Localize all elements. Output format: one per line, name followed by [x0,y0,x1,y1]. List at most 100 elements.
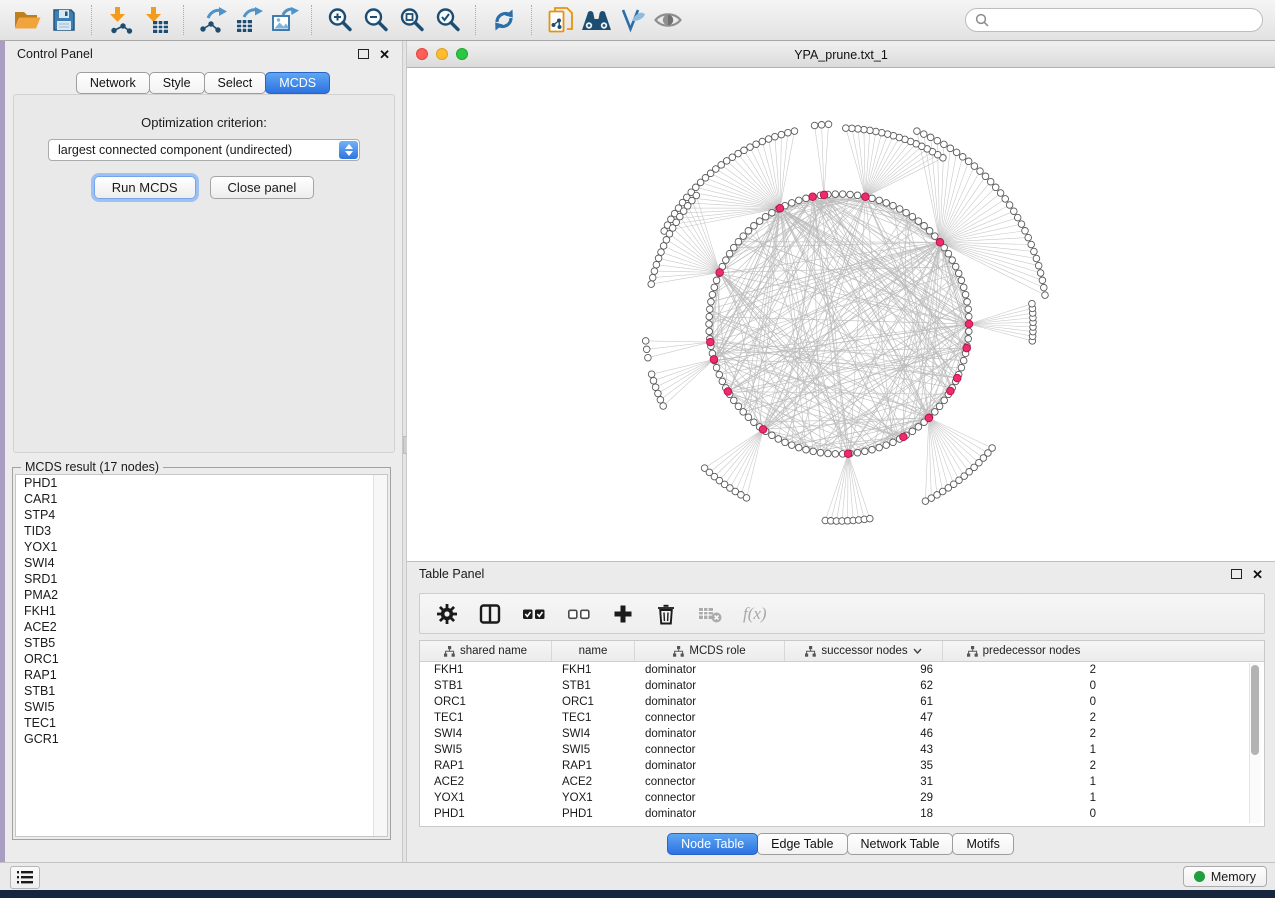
close-panel-button[interactable]: Close panel [210,176,315,199]
export-image-icon[interactable] [266,4,302,36]
table-row[interactable]: ORC1ORC1dominator610 [420,694,1264,710]
mcds-result-item[interactable]: ORC1 [16,651,387,667]
table-scrollbar[interactable] [1249,663,1261,823]
zoom-fit-icon[interactable] [394,4,430,36]
search-input[interactable] [995,12,1253,28]
mcds-result-item[interactable]: GCR1 [16,731,387,747]
table-row[interactable]: SWI4SWI4dominator462 [420,726,1264,742]
table-cell: YOX1 [552,792,635,804]
network-window-titlebar[interactable]: YPA_prune.txt_1 [407,42,1275,68]
mcds-result-item[interactable]: STP4 [16,507,387,523]
mcds-result-item[interactable]: STB5 [16,635,387,651]
show-eye-icon[interactable] [650,4,686,36]
optimization-criterion-select[interactable]: largest connected component (undirected) [48,139,360,161]
table-cell: 0 [943,696,1104,708]
import-network-icon[interactable] [102,4,138,36]
table-cell: 46 [785,728,943,740]
tab-select[interactable]: Select [204,72,267,94]
table-cell: ACE2 [420,776,552,788]
mcds-result-item[interactable]: ACE2 [16,619,387,635]
desktop-background-bottom [0,890,1275,898]
table-row[interactable]: RAP1RAP1dominator352 [420,758,1264,774]
window-zoom-light[interactable] [456,48,468,60]
column-header-successor-nodes[interactable]: successor nodes [785,641,943,661]
mcds-result-item[interactable]: PMA2 [16,587,387,603]
table-cell: 43 [785,744,943,756]
mcds-result-item[interactable]: FKH1 [16,603,387,619]
tab-mcds[interactable]: MCDS [265,72,330,94]
function-builder-icon[interactable]: f(x) [743,604,767,624]
list-icon [17,871,33,884]
network-canvas[interactable] [407,68,1275,561]
export-table-icon[interactable] [230,4,266,36]
table-row[interactable]: PHD1PHD1dominator180 [420,806,1264,822]
tab-style[interactable]: Style [149,72,205,94]
control-panel: Control Panel ✕ Network Style Select MCD… [5,41,402,862]
zoom-out-icon[interactable] [358,4,394,36]
close-table-panel-icon[interactable]: ✕ [1252,568,1263,581]
tab-network[interactable]: Network [76,72,150,94]
table-settings-icon[interactable] [435,602,459,626]
mcds-result-item[interactable]: YOX1 [16,539,387,555]
mcds-result-list[interactable]: PHD1CAR1STP4TID3YOX1SWI4SRD1PMA2FKH1ACE2… [15,474,388,837]
table-row[interactable]: ACE2ACE2connector311 [420,774,1264,790]
mcds-result-item[interactable]: TID3 [16,523,387,539]
run-mcds-button[interactable]: Run MCDS [94,176,196,199]
tab-motifs[interactable]: Motifs [952,833,1013,855]
table-cell: STB1 [552,680,635,692]
show-columns-icon[interactable] [478,602,502,626]
window-close-light[interactable] [416,48,428,60]
tab-node-table[interactable]: Node Table [667,833,758,855]
clone-network-icon[interactable] [542,4,578,36]
refresh-layout-icon[interactable] [486,4,522,36]
open-file-icon[interactable] [10,4,46,36]
control-panel-header: Control Panel ✕ [5,41,402,67]
table-scrollbar-thumb[interactable] [1251,665,1259,755]
add-column-icon[interactable] [611,602,635,626]
clear-checkboxes-icon[interactable] [566,602,592,626]
table-cell: SWI4 [420,728,552,740]
search-icon [975,13,989,27]
table-row[interactable]: FKH1FKH1dominator962 [420,662,1264,678]
close-panel-icon[interactable]: ✕ [379,48,390,61]
export-network-icon[interactable] [194,4,230,36]
float-panel-icon[interactable] [358,49,369,59]
delete-columns-icon[interactable] [654,602,678,626]
window-minimize-light[interactable] [436,48,448,60]
save-session-icon[interactable] [46,4,82,36]
mcds-result-item[interactable]: STB1 [16,683,387,699]
table-cell: 96 [785,664,943,676]
table-cell: dominator [635,808,785,820]
column-header-predecessor-nodes[interactable]: predecessor nodes [943,641,1104,661]
column-header-name[interactable]: name [552,641,635,661]
mcds-result-item[interactable]: CAR1 [16,491,387,507]
table-row[interactable]: STB1STB1dominator620 [420,678,1264,694]
status-bar: Memory [0,862,1275,890]
tab-network-table[interactable]: Network Table [847,833,954,855]
select-all-checkboxes-icon[interactable] [521,602,547,626]
mcds-result-item[interactable]: TEC1 [16,715,387,731]
zoom-in-icon[interactable] [322,4,358,36]
float-table-panel-icon[interactable] [1231,569,1242,579]
table-row[interactable]: TEC1TEC1connector472 [420,710,1264,726]
mcds-result-item[interactable]: PHD1 [16,475,387,491]
zoom-selected-icon[interactable] [430,4,466,36]
table-row[interactable]: SWI5SWI5connector431 [420,742,1264,758]
mcds-list-scrollbar[interactable] [373,475,387,836]
mcds-result-item[interactable]: SRD1 [16,571,387,587]
task-history-button[interactable] [10,866,40,889]
column-header-shared-name[interactable]: shared name [420,641,552,661]
network-graph[interactable] [407,68,1273,560]
tab-edge-table[interactable]: Edge Table [757,833,847,855]
table-cell: 2 [943,760,1104,772]
search-network-icon[interactable] [578,4,614,36]
mcds-result-item[interactable]: SWI5 [16,699,387,715]
memory-button[interactable]: Memory [1183,866,1267,887]
delete-table-icon[interactable] [697,602,724,626]
mcds-result-item[interactable]: RAP1 [16,667,387,683]
hide-graphics-details-icon[interactable] [614,4,650,36]
mcds-result-item[interactable]: SWI4 [16,555,387,571]
table-row[interactable]: YOX1YOX1connector291 [420,790,1264,806]
column-header-mcds-role[interactable]: MCDS role [635,641,785,661]
import-table-icon[interactable] [138,4,174,36]
